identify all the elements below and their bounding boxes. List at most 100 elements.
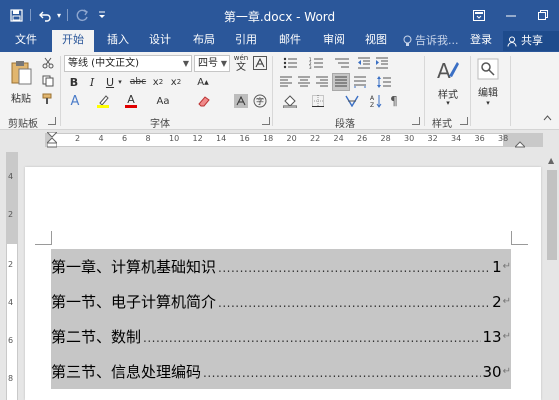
bold-button[interactable]: B bbox=[66, 74, 82, 90]
tab-review[interactable]: 审阅 bbox=[316, 30, 352, 52]
font-name-combo[interactable]: 等线 (中文正文) ▼ bbox=[64, 55, 192, 72]
ruler-number: 10 bbox=[169, 134, 180, 143]
character-border-button[interactable] bbox=[252, 55, 268, 71]
right-indent-marker-icon[interactable] bbox=[515, 138, 525, 148]
tab-view[interactable]: 视图 bbox=[358, 30, 394, 52]
align-left-button[interactable] bbox=[278, 74, 294, 90]
toc-entry-title: 第二节、数制 bbox=[51, 328, 142, 346]
ribbon-tab-bar: 文件 开始 插入 设计 布局 引用 邮件 审阅 视图 告诉我... 登录 共享 bbox=[0, 30, 559, 52]
document-page[interactable]: 第一章、计算机基础知识.............................… bbox=[25, 167, 541, 400]
clear-formatting-button[interactable] bbox=[196, 93, 212, 109]
separator bbox=[510, 56, 511, 126]
format-painter-button[interactable] bbox=[40, 91, 56, 107]
sort-button[interactable]: AZ bbox=[368, 93, 384, 109]
styles-dropdown[interactable]: ▾ bbox=[440, 98, 456, 108]
toc-entry-title: 第一章、计算机基础知识 bbox=[51, 258, 217, 276]
separator bbox=[470, 56, 471, 126]
ruler-number: 36 bbox=[474, 134, 485, 143]
asian-layout-button[interactable] bbox=[340, 93, 364, 109]
scroll-up-icon[interactable]: ▲ bbox=[548, 156, 554, 165]
decrease-indent-button[interactable] bbox=[356, 55, 372, 71]
font-color-icon: A bbox=[127, 93, 135, 106]
tab-design[interactable]: 设计 bbox=[142, 30, 178, 52]
chevron-down-icon: ▼ bbox=[220, 59, 227, 68]
strikethrough-button[interactable]: abc bbox=[128, 74, 148, 90]
font-dialog-launcher[interactable] bbox=[262, 117, 270, 125]
minimize-button[interactable] bbox=[495, 0, 527, 30]
ruler-number: 30 bbox=[404, 134, 415, 143]
superscript-button[interactable]: x2 bbox=[168, 74, 184, 90]
bullets-button[interactable] bbox=[278, 55, 302, 71]
toc-entry[interactable]: 第一节、电子计算机简介.............................… bbox=[51, 284, 511, 319]
editing-dropdown[interactable]: ▾ bbox=[480, 98, 496, 108]
restore-button[interactable] bbox=[527, 0, 559, 30]
collapse-ribbon-button[interactable] bbox=[540, 112, 554, 124]
clipboard-icon bbox=[11, 61, 32, 85]
toc-leader-dots: ........................................… bbox=[218, 296, 490, 310]
paragraph-dialog-launcher[interactable] bbox=[412, 117, 420, 125]
shading-button[interactable] bbox=[278, 93, 302, 109]
scrollbar-thumb[interactable] bbox=[547, 170, 557, 260]
vertical-ruler[interactable]: 4 2 2 4 6 8 bbox=[6, 152, 18, 400]
ribbon-display-options-button[interactable] bbox=[463, 0, 495, 30]
paste-button[interactable] bbox=[6, 56, 36, 90]
vertical-scrollbar[interactable]: ▲ bbox=[545, 152, 559, 400]
text-effects-button[interactable]: A bbox=[66, 93, 84, 109]
distributed-button[interactable] bbox=[352, 74, 368, 90]
show-marks-button[interactable]: ¶ bbox=[386, 93, 402, 109]
share-button[interactable]: 共享 bbox=[503, 31, 559, 51]
tab-file[interactable]: 文件 bbox=[6, 30, 46, 52]
tell-me-search[interactable]: 告诉我... bbox=[403, 30, 459, 52]
editing-button[interactable] bbox=[474, 55, 502, 83]
enclose-characters-button[interactable]: 字 bbox=[252, 93, 268, 109]
horizontal-ruler[interactable]: 2 4 6 8 10 12 14 16 18 20 22 24 26 28 30 32 34 36 38 bbox=[45, 132, 543, 148]
character-shading-button[interactable] bbox=[233, 93, 249, 109]
tab-mailings[interactable]: 邮件 bbox=[272, 30, 308, 52]
borders-icon bbox=[312, 95, 324, 107]
multilevel-list-button[interactable] bbox=[330, 55, 354, 71]
cut-button[interactable] bbox=[40, 55, 56, 71]
sign-in-link[interactable]: 登录 bbox=[470, 30, 492, 50]
clipboard-dialog-launcher[interactable] bbox=[48, 117, 56, 125]
tell-me-label: 告诉我... bbox=[415, 34, 459, 47]
grow-font-button[interactable]: A ▲ bbox=[196, 74, 210, 90]
copy-button[interactable] bbox=[40, 73, 56, 89]
tab-references[interactable]: 引用 bbox=[228, 30, 264, 52]
toc-entry[interactable]: 第三节、信息处理编码..............................… bbox=[51, 354, 511, 389]
tab-insert[interactable]: 插入 bbox=[100, 30, 136, 52]
svg-text:字: 字 bbox=[256, 96, 264, 106]
vertical-ruler-number: 4 bbox=[8, 172, 14, 181]
table-of-contents[interactable]: 第一章、计算机基础知识.............................… bbox=[51, 249, 511, 389]
line-spacing-button[interactable] bbox=[372, 74, 396, 90]
numbering-button[interactable]: 123 bbox=[304, 55, 328, 71]
ruler-number: 8 bbox=[145, 134, 151, 143]
toc-page-number: 13 bbox=[482, 327, 502, 346]
lightbulb-icon bbox=[403, 35, 412, 46]
styles-button[interactable]: A bbox=[432, 56, 464, 86]
styles-dialog-launcher[interactable] bbox=[460, 117, 468, 125]
subscript-button[interactable]: x2 bbox=[150, 74, 166, 90]
font-color-button[interactable]: A bbox=[122, 93, 140, 109]
change-case-button[interactable]: Aa bbox=[152, 93, 174, 109]
increase-indent-button[interactable] bbox=[374, 55, 390, 71]
restore-icon bbox=[538, 10, 548, 20]
toc-entry[interactable]: 第二节、数制..................................… bbox=[51, 319, 511, 354]
italic-button[interactable]: I bbox=[84, 74, 100, 90]
borders-button[interactable] bbox=[306, 93, 330, 109]
toc-entry[interactable]: 第一章、计算机基础知识.............................… bbox=[51, 249, 511, 284]
enclose-characters-icon: 字 bbox=[253, 94, 267, 108]
justify-button[interactable] bbox=[332, 73, 350, 91]
align-right-button[interactable] bbox=[314, 74, 330, 90]
tab-layout[interactable]: 布局 bbox=[186, 30, 222, 52]
phonetic-guide-button[interactable]: wén 文 bbox=[232, 53, 250, 73]
indent-marker-icon[interactable] bbox=[47, 132, 57, 148]
svg-text:A: A bbox=[437, 59, 451, 83]
tab-home[interactable]: 开始 bbox=[52, 30, 94, 52]
font-size-combo[interactable]: 四号 ▼ bbox=[194, 55, 230, 72]
ruler-number: 16 bbox=[239, 134, 250, 143]
underline-dropdown[interactable]: ▾ bbox=[116, 74, 124, 90]
align-center-button[interactable] bbox=[296, 74, 312, 90]
paragraph-mark-icon: ↵ bbox=[502, 261, 511, 272]
highlight-button[interactable] bbox=[94, 93, 112, 109]
ruler-number: 18 bbox=[263, 134, 274, 143]
